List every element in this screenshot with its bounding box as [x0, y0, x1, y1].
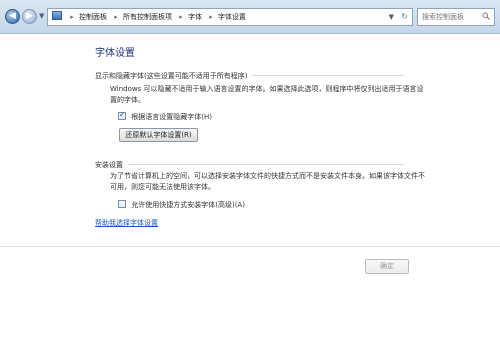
forward-button[interactable]: ▶	[22, 9, 37, 24]
checkmark-icon: ✓	[119, 110, 126, 119]
hide-fonts-label: 根据语言设置隐藏字体(H)	[131, 113, 212, 121]
breadcrumb-fonts[interactable]: 字体	[188, 9, 202, 25]
footer-divider	[0, 246, 500, 247]
refresh-icon[interactable]: ↻	[401, 9, 408, 25]
search-input[interactable]: 搜索控制面板	[417, 8, 495, 26]
hide-fonts-description: Windows 可以隐藏不适用于输入语言设置的字体。如果选择此选项，则程序中将仅…	[110, 84, 423, 106]
restore-default-fonts-button[interactable]: 还原默认字体设置(R)	[119, 128, 198, 142]
breadcrumb-font-settings[interactable]: 字体设置	[218, 9, 246, 25]
search-placeholder: 搜索控制面板	[422, 13, 464, 21]
recent-pages-dropdown-icon[interactable]: ▼	[39, 12, 46, 21]
shortcut-install-checkbox[interactable]: 允许使用快捷方式安装字体(高级)(A)	[118, 200, 245, 210]
ok-button[interactable]: 确定	[365, 259, 409, 274]
breadcrumb-control-panel[interactable]: 控制面板	[79, 9, 107, 25]
help-link[interactable]: 帮助我选择字体设置	[95, 218, 158, 228]
install-description: 为了节省计算机上的空间，可以选择安装字体文件的快捷方式而不是安装文件本身。如果该…	[110, 171, 425, 193]
address-dropdown-icon[interactable]: ▼	[389, 9, 394, 25]
checkbox-icon[interactable]: ✓	[118, 110, 126, 120]
window-toolbar: ◀ ▶ ▼ ▸ 控制面板 ▸ 所有控制面板项 ▸ 字体 ▸ 字体设置 ▼ ↻ 搜…	[0, 0, 500, 34]
description-line: 可用，则您可能无法使用该字体。	[110, 183, 215, 191]
divider	[252, 75, 404, 76]
section-heading-show-hide: 显示和隐藏字体(这些设置可能不适用于所有程序)	[95, 72, 248, 80]
description-line: Windows 可以隐藏不适用于输入语言设置的字体。如果选择此选项，则程序中将仅…	[110, 85, 424, 93]
content-area: 字体设置 显示和隐藏字体(这些设置可能不适用于所有程序) Windows 可以隐…	[0, 34, 500, 351]
back-button[interactable]: ◀	[5, 9, 20, 24]
control-panel-icon	[52, 11, 62, 20]
checkbox-icon[interactable]	[118, 200, 126, 208]
section-heading-install: 安装设置	[95, 161, 123, 169]
divider	[129, 164, 404, 165]
breadcrumb-separator-icon[interactable]: ▸	[209, 9, 213, 25]
breadcrumb-separator-icon[interactable]: ▸	[179, 9, 183, 25]
breadcrumb-separator-icon[interactable]: ▸	[70, 9, 74, 25]
breadcrumb-separator-icon[interactable]: ▸	[114, 9, 118, 25]
description-line: 为了节省计算机上的空间，可以选择安装字体文件的快捷方式而不是安装文件本身。如果该…	[110, 172, 425, 180]
hide-fonts-checkbox[interactable]: ✓ 根据语言设置隐藏字体(H)	[118, 110, 212, 122]
address-bar[interactable]: ▸ 控制面板 ▸ 所有控制面板项 ▸ 字体 ▸ 字体设置 ▼ ↻	[47, 8, 413, 26]
breadcrumb-all-items[interactable]: 所有控制面板项	[123, 9, 172, 25]
description-line: 置的字体。	[110, 96, 145, 104]
page-title: 字体设置	[95, 48, 135, 59]
search-icon[interactable]	[482, 12, 490, 20]
shortcut-install-label: 允许使用快捷方式安装字体(高级)(A)	[131, 201, 245, 209]
